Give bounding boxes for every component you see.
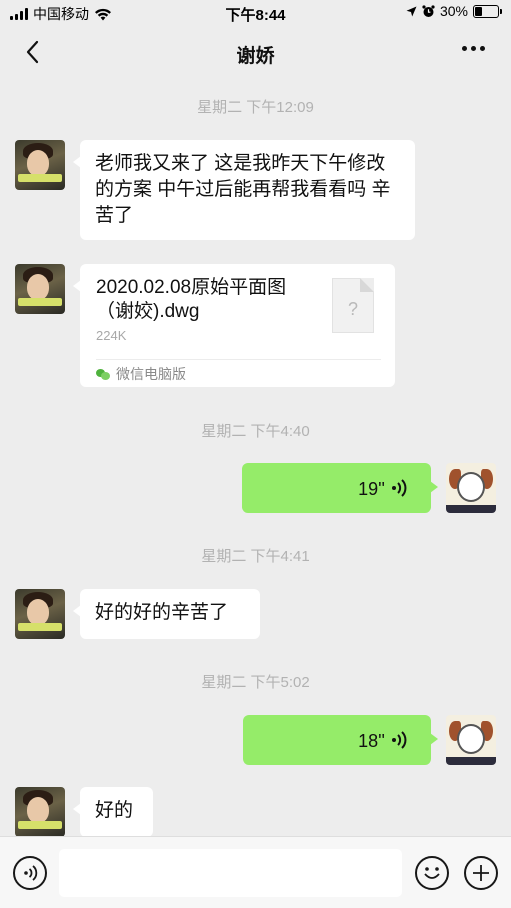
message-timestamp: 星期二 下午12:09 <box>197 99 314 116</box>
message-timestamp: 星期二 下午5:02 <box>201 674 310 691</box>
status-bar: 中国移动 下午8:44 30% <box>0 0 511 26</box>
message-text: 好的 <box>95 800 134 821</box>
wechat-logo-icon <box>96 368 110 380</box>
incoming-message-bubble[interactable]: 好的好的辛苦了 <box>73 589 260 639</box>
location-arrow-icon <box>406 6 417 16</box>
emoji-icon[interactable] <box>415 856 449 890</box>
smile-glyph <box>424 867 440 879</box>
voice-wave-icon <box>392 731 407 749</box>
user-avatar[interactable] <box>446 715 496 765</box>
incoming-message-bubble[interactable]: 好的 <box>73 787 153 837</box>
file-source: 微信电脑版 <box>96 364 186 384</box>
message-text: 老师我又来了 这是我昨天下午修改的方案 中午过后能再帮我看看吗 辛苦了 <box>95 153 391 226</box>
contact-avatar[interactable] <box>15 589 65 639</box>
contact-avatar[interactable] <box>15 787 65 837</box>
more-dots-icon[interactable] <box>462 46 485 51</box>
add-icon[interactable] <box>464 856 498 890</box>
user-avatar[interactable] <box>446 463 496 513</box>
file-message-card[interactable]: 2020.02.08原始平面图（谢姣).dwg 224K ? 微信电脑版 <box>73 264 395 387</box>
status-right: 30% <box>406 3 502 19</box>
file-size: 224K <box>96 328 127 343</box>
voice-duration: 18'' <box>358 731 385 751</box>
chat-title: 谢娇 <box>236 46 275 67</box>
incoming-message-bubble[interactable]: 老师我又来了 这是我昨天下午修改的方案 中午过后能再帮我看看吗 辛苦了 <box>73 140 415 240</box>
file-divider <box>96 359 381 360</box>
voice-wave-glyph <box>24 865 38 881</box>
unknown-file-icon: ? <box>332 278 374 333</box>
outgoing-voice-bubble[interactable]: 18'' <box>243 715 438 765</box>
nav-bar: 谢娇 <box>0 26 511 80</box>
battery-icon <box>473 4 502 18</box>
outgoing-voice-bubble[interactable]: 19'' <box>242 463 438 513</box>
message-timestamp: 星期二 下午4:40 <box>201 423 310 440</box>
contact-avatar[interactable] <box>15 140 65 190</box>
battery-percent: 30% <box>439 3 468 19</box>
voice-input-icon[interactable] <box>13 856 47 890</box>
plus-glyph <box>473 865 489 881</box>
battery-fill <box>475 6 482 16</box>
message-text: 好的好的辛苦了 <box>95 602 229 623</box>
message-timestamp: 星期二 下午4:41 <box>201 548 310 565</box>
input-bar <box>0 836 511 908</box>
file-name: 2020.02.08原始平面图（谢姣).dwg <box>96 277 287 322</box>
voice-duration: 19'' <box>358 479 385 499</box>
alarm-icon <box>422 4 435 17</box>
file-source-label: 微信电脑版 <box>116 366 186 382</box>
voice-wave-icon <box>392 479 407 497</box>
contact-avatar[interactable] <box>15 264 65 314</box>
message-input[interactable] <box>59 849 402 897</box>
